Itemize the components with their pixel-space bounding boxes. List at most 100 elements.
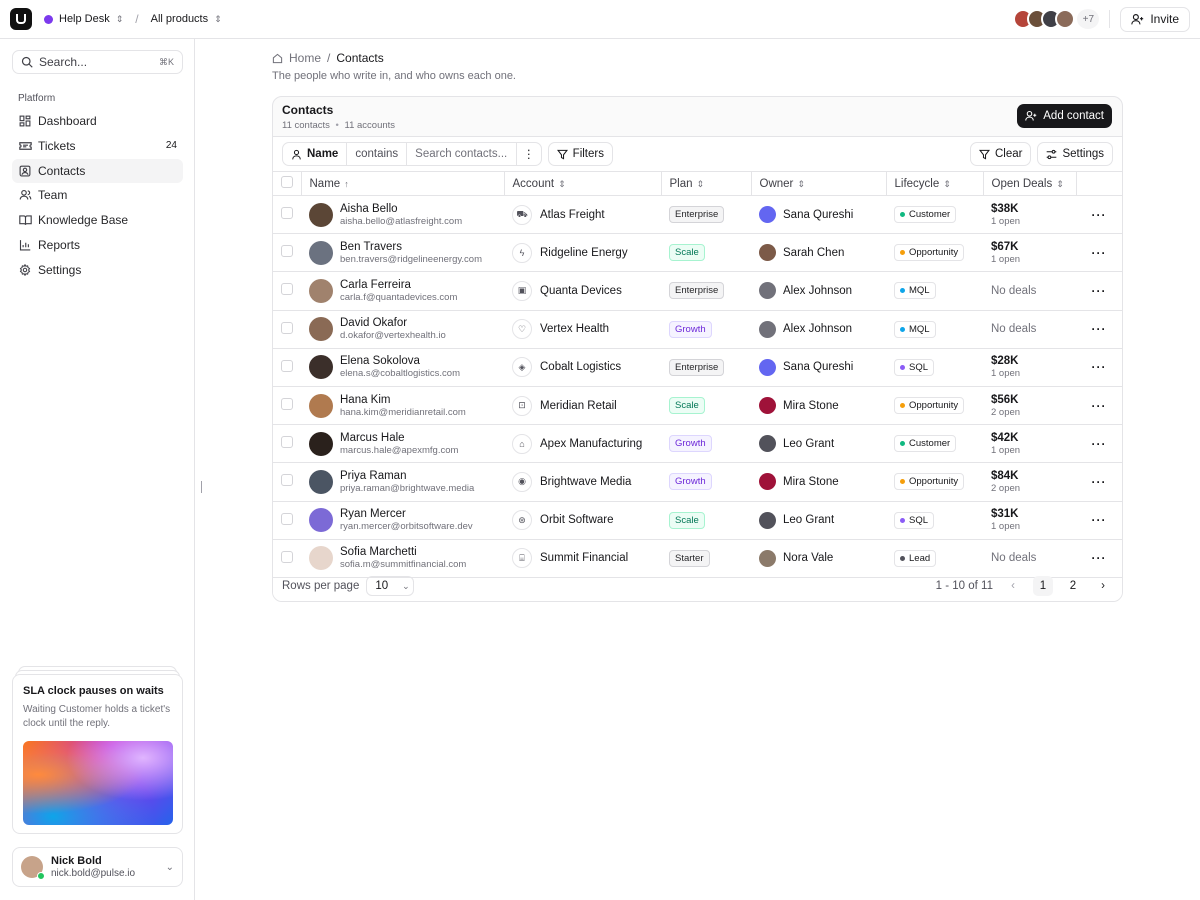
- contact-name[interactable]: Hana Kim: [340, 394, 466, 406]
- filter-field-select[interactable]: Name: [283, 143, 348, 165]
- open-deals-cell: $67K 1 open: [983, 234, 1076, 272]
- sidebar-item-settings[interactable]: Settings: [12, 258, 183, 282]
- more-horizontal-icon[interactable]: ···: [1092, 360, 1107, 374]
- table-row[interactable]: Priya Raman priya.raman@brightwave.media…: [273, 463, 1122, 501]
- rows-per-page-select[interactable]: 10 ⌄: [366, 576, 415, 596]
- table-row[interactable]: Ben Travers ben.travers@ridgelineenergy.…: [273, 234, 1122, 272]
- account-name[interactable]: Vertex Health: [540, 323, 609, 335]
- contact-email: priya.raman@brightwave.media: [340, 482, 475, 494]
- more-horizontal-icon[interactable]: ···: [1092, 437, 1107, 451]
- select-all-checkbox[interactable]: [281, 176, 293, 188]
- sidebar-item-label: Tickets: [38, 138, 76, 153]
- row-checkbox[interactable]: [281, 512, 293, 525]
- lifecycle-badge: Opportunity: [894, 473, 965, 491]
- contact-name[interactable]: Sofia Marchetti: [340, 546, 466, 558]
- contact-name[interactable]: Ben Travers: [340, 241, 482, 253]
- add-contact-button[interactable]: Add contact: [1017, 104, 1112, 128]
- account-name[interactable]: Meridian Retail: [540, 400, 617, 412]
- account-name[interactable]: Orbit Software: [540, 514, 614, 526]
- table-row[interactable]: Elena Sokolova elena.s@cobaltlogistics.c…: [273, 348, 1122, 387]
- account-name[interactable]: Summit Financial: [540, 552, 628, 564]
- column-header-plan[interactable]: Plan ⇕: [661, 171, 752, 196]
- account-name[interactable]: Quanta Devices: [540, 285, 622, 297]
- table-row[interactable]: Hana Kim hana.kim@meridianretail.com ⊡ M…: [273, 386, 1122, 425]
- more-horizontal-icon[interactable]: ···: [1092, 246, 1107, 260]
- account-name[interactable]: Atlas Freight: [540, 209, 605, 221]
- column-header-account[interactable]: Account ⇕: [504, 171, 662, 196]
- filter-operator-select[interactable]: contains: [347, 143, 408, 165]
- column-header-owner[interactable]: Owner ⇕: [751, 171, 887, 196]
- invite-button[interactable]: Invite: [1120, 6, 1190, 32]
- user-menu[interactable]: Nick Bold nick.bold@pulse.io ⌄: [12, 847, 183, 887]
- more-horizontal-icon[interactable]: ···: [1092, 475, 1107, 489]
- sidebar-resize-handle[interactable]: [201, 481, 202, 493]
- more-horizontal-icon[interactable]: ···: [1092, 284, 1107, 298]
- more-horizontal-icon[interactable]: ···: [1092, 322, 1107, 336]
- row-checkbox[interactable]: [281, 283, 293, 296]
- avatar: [309, 355, 333, 380]
- heart-icon: ♡: [512, 319, 532, 340]
- contact-name[interactable]: Carla Ferreira: [340, 279, 457, 291]
- table-row[interactable]: Aisha Bello aisha.bello@atlasfreight.com…: [273, 196, 1122, 234]
- account-name[interactable]: Cobalt Logistics: [540, 361, 621, 373]
- table-settings-button[interactable]: Settings: [1037, 142, 1113, 166]
- sidebar-item-reports[interactable]: Reports: [12, 233, 183, 257]
- column-header-open-deals[interactable]: Open Deals ⇕: [983, 171, 1077, 196]
- table-row[interactable]: Marcus Hale marcus.hale@apexmfg.com ⌂ Ap…: [273, 425, 1122, 463]
- more-horizontal-icon[interactable]: ···: [1092, 399, 1107, 413]
- sidebar-item-dashboard[interactable]: Dashboard: [12, 109, 183, 133]
- contact-name[interactable]: Aisha Bello: [340, 203, 462, 215]
- more-vertical-icon[interactable]: ⋮: [517, 143, 541, 165]
- table-row[interactable]: David Okafor d.okafor@vertexhealth.io ♡ …: [273, 310, 1122, 349]
- row-checkbox[interactable]: [281, 436, 293, 449]
- plan-badge: Growth: [669, 320, 712, 338]
- row-checkbox[interactable]: [281, 474, 293, 487]
- contact-name[interactable]: Ryan Mercer: [340, 508, 473, 520]
- open-deals-cell: $56K 2 open: [983, 386, 1076, 424]
- account-name[interactable]: Apex Manufacturing: [540, 438, 642, 450]
- sort-icon: ⇕: [797, 178, 805, 189]
- plan-cell: Growth: [661, 425, 751, 463]
- promo-card[interactable]: SLA clock pauses on waits Waiting Custom…: [12, 674, 183, 834]
- product-switcher[interactable]: All products ⇕: [151, 13, 222, 25]
- lifecycle-dot: [900, 326, 905, 332]
- team-avatars[interactable]: +7: [1013, 9, 1100, 29]
- workspace-switcher[interactable]: Help Desk ⇕: [44, 13, 123, 25]
- table-row[interactable]: Ryan Mercer ryan.mercer@orbitsoftware.de…: [273, 501, 1122, 540]
- more-horizontal-icon[interactable]: ···: [1092, 208, 1107, 222]
- clear-filters-button[interactable]: Clear: [969, 142, 1032, 166]
- prev-page-button[interactable]: ‹: [1003, 576, 1023, 596]
- sidebar-item-knowledge-base[interactable]: Knowledge Base: [12, 208, 183, 232]
- next-page-button[interactable]: ›: [1093, 576, 1113, 596]
- sidebar-item-team[interactable]: Team: [12, 183, 183, 207]
- contact-name[interactable]: David Okafor: [340, 317, 446, 329]
- table-row[interactable]: Carla Ferreira carla.f@quantadevices.com…: [273, 272, 1122, 311]
- account-name[interactable]: Brightwave Media: [540, 476, 631, 488]
- row-checkbox[interactable]: [281, 321, 293, 334]
- row-checkbox[interactable]: [281, 359, 293, 372]
- breadcrumb-home[interactable]: Home: [289, 51, 321, 65]
- lifecycle-dot: [900, 441, 905, 447]
- more-horizontal-icon[interactable]: ···: [1092, 551, 1107, 565]
- sort-icon: ⇕: [558, 178, 566, 189]
- filters-button[interactable]: Filters: [547, 142, 613, 166]
- app-logo[interactable]: [10, 8, 32, 30]
- page-button-1[interactable]: 1: [1033, 576, 1053, 596]
- row-checkbox[interactable]: [281, 550, 293, 563]
- page-button-2[interactable]: 2: [1063, 576, 1083, 596]
- column-header-lifecycle[interactable]: Lifecycle ⇕: [886, 171, 984, 196]
- search-input[interactable]: Search... ⌘K: [12, 50, 183, 74]
- row-checkbox[interactable]: [281, 398, 293, 411]
- more-horizontal-icon[interactable]: ···: [1092, 513, 1107, 527]
- contact-name[interactable]: Marcus Hale: [340, 432, 458, 444]
- contact-name[interactable]: Elena Sokolova: [340, 355, 460, 367]
- contact-name[interactable]: Priya Raman: [340, 470, 474, 482]
- sidebar-item-tickets[interactable]: Tickets 24: [12, 134, 183, 158]
- filter-search-input[interactable]: Search contacts...: [407, 143, 518, 165]
- open-deals-cell: $28K 1 open: [983, 348, 1076, 386]
- row-checkbox[interactable]: [281, 245, 293, 258]
- sidebar-item-contacts[interactable]: Contacts: [12, 158, 183, 183]
- row-checkbox[interactable]: [281, 207, 293, 220]
- column-header-name[interactable]: Name ↑: [301, 171, 505, 196]
- account-name[interactable]: Ridgeline Energy: [540, 247, 628, 259]
